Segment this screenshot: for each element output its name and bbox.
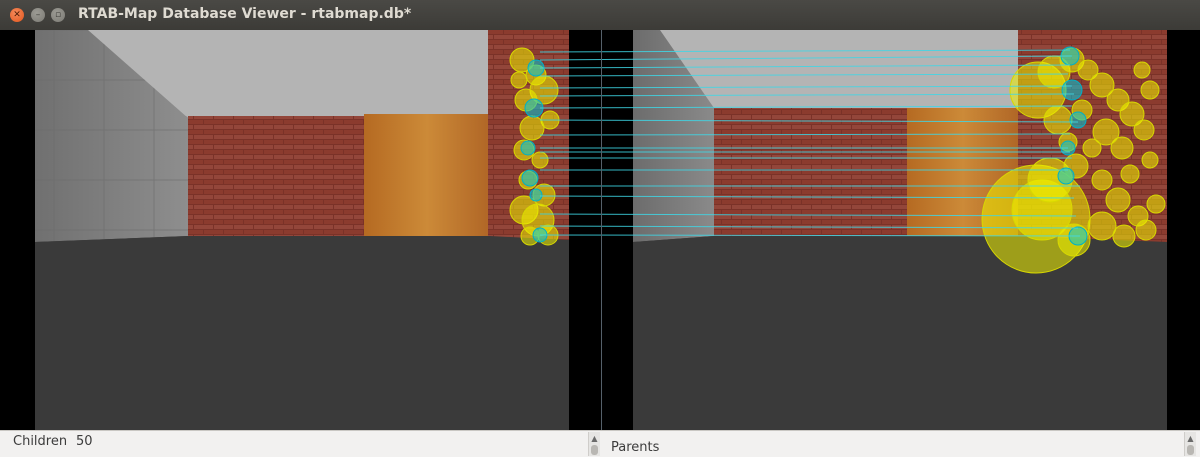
close-icon[interactable]: ✕ xyxy=(10,8,24,22)
children-scroll-thumb[interactable] xyxy=(591,445,598,455)
parents-scrollbar[interactable]: ▲ xyxy=(1184,432,1196,456)
children-panel: Children 50 ▲ xyxy=(0,431,601,457)
scroll-up-arrow-icon[interactable]: ▲ xyxy=(590,434,599,443)
children-count: 50 xyxy=(76,434,93,449)
children-image-view[interactable] xyxy=(4,30,601,430)
window-title: RTAB-Map Database Viewer - rtabmap.db* xyxy=(78,6,412,22)
parents-image xyxy=(602,30,1200,430)
parents-image-view[interactable] xyxy=(602,30,1200,430)
title-bar: ✕ – ▫ RTAB-Map Database Viewer - rtabmap… xyxy=(0,0,1200,31)
scroll-up-arrow-icon[interactable]: ▲ xyxy=(1186,434,1195,443)
parents-panel: Parents ▲ xyxy=(602,431,1200,457)
image-view-area xyxy=(0,30,1200,430)
maximize-icon[interactable]: ▫ xyxy=(51,8,65,22)
bottom-panels: Children 50 ▲ Parents ▲ xyxy=(0,430,1200,457)
parents-scroll-thumb[interactable] xyxy=(1187,445,1194,455)
app-window: ✕ – ▫ RTAB-Map Database Viewer - rtabmap… xyxy=(0,0,1200,457)
children-scrollbar[interactable]: ▲ xyxy=(588,432,600,456)
minimize-icon[interactable]: – xyxy=(31,8,45,22)
parents-label: Parents xyxy=(611,440,660,455)
view-splitter[interactable] xyxy=(601,30,602,430)
children-label: Children xyxy=(13,434,68,449)
children-image xyxy=(4,30,601,430)
